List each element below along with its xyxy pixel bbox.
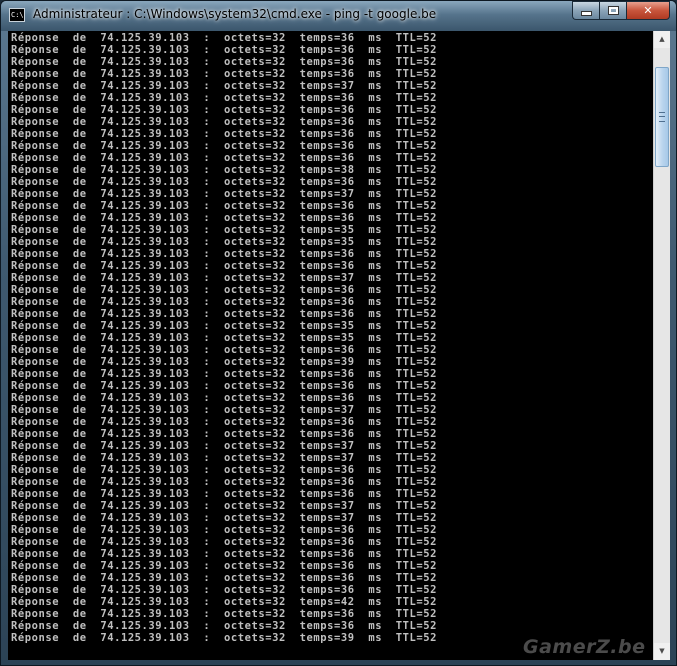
console-line: Réponse de 74.125.39.103 : octets=32 tem… [11,428,438,440]
console-line: Réponse de 74.125.39.103 : octets=32 tem… [11,392,438,404]
console-line: Réponse de 74.125.39.103 : octets=32 tem… [11,212,438,224]
console-line: Réponse de 74.125.39.103 : octets=32 tem… [11,380,438,392]
scroll-thumb[interactable] [655,67,669,167]
console-line: Réponse de 74.125.39.103 : octets=32 tem… [11,416,438,428]
console-line: Réponse de 74.125.39.103 : octets=32 tem… [11,488,438,500]
vertical-scrollbar[interactable]: ▲ ▼ [653,31,670,660]
console-line: Réponse de 74.125.39.103 : octets=32 tem… [11,500,438,512]
console-line: Réponse de 74.125.39.103 : octets=32 tem… [11,236,438,248]
console-line: Réponse de 74.125.39.103 : octets=32 tem… [11,104,438,116]
console-line: Réponse de 74.125.39.103 : octets=32 tem… [11,512,438,524]
caption-buttons: ✕ [572,1,670,20]
console-line: Réponse de 74.125.39.103 : octets=32 tem… [11,536,438,548]
console-line: Réponse de 74.125.39.103 : octets=32 tem… [11,32,438,44]
console-line: Réponse de 74.125.39.103 : octets=32 tem… [11,320,438,332]
maximize-button[interactable] [599,1,626,20]
minimize-button[interactable] [572,1,599,20]
console-line: Réponse de 74.125.39.103 : octets=32 tem… [11,116,438,128]
scroll-down-button[interactable]: ▼ [654,643,670,660]
minimize-icon [580,11,592,16]
watermark-logo: GamerZ.be [523,636,646,658]
console-line: Réponse de 74.125.39.103 : octets=32 tem… [11,224,438,236]
console-line: Réponse de 74.125.39.103 : octets=32 tem… [11,596,438,608]
console-line: Réponse de 74.125.39.103 : octets=32 tem… [11,248,438,260]
console-line: Réponse de 74.125.39.103 : octets=32 tem… [11,368,438,380]
console-line: Réponse de 74.125.39.103 : octets=32 tem… [11,164,438,176]
console-line: Réponse de 74.125.39.103 : octets=32 tem… [11,608,438,620]
console-line: Réponse de 74.125.39.103 : octets=32 tem… [11,404,438,416]
console-line: Réponse de 74.125.39.103 : octets=32 tem… [11,332,438,344]
console-output[interactable]: Réponse de 74.125.39.103 : octets=32 tem… [8,31,653,660]
title-bar[interactable]: C:\ Administrateur : C:\Windows\system32… [1,1,676,31]
arrow-up-icon: ▲ [659,35,665,43]
scroll-up-button[interactable]: ▲ [654,31,670,48]
maximize-icon [607,6,619,15]
window-title: Administrateur : C:\Windows\system32\cmd… [33,7,437,21]
console-line: Réponse de 74.125.39.103 : octets=32 tem… [11,272,438,284]
console-line: Réponse de 74.125.39.103 : octets=32 tem… [11,260,438,272]
console-line: Réponse de 74.125.39.103 : octets=32 tem… [11,632,438,644]
console-line: Réponse de 74.125.39.103 : octets=32 tem… [11,284,438,296]
console-line: Réponse de 74.125.39.103 : octets=32 tem… [11,308,438,320]
console-line: Réponse de 74.125.39.103 : octets=32 tem… [11,56,438,68]
console-line: Réponse de 74.125.39.103 : octets=32 tem… [11,476,438,488]
console-line: Réponse de 74.125.39.103 : octets=32 tem… [11,152,438,164]
console-line: Réponse de 74.125.39.103 : octets=32 tem… [11,296,438,308]
console-line: Réponse de 74.125.39.103 : octets=32 tem… [11,584,438,596]
console-line: Réponse de 74.125.39.103 : octets=32 tem… [11,92,438,104]
console-line: Réponse de 74.125.39.103 : octets=32 tem… [11,44,438,56]
console-line: Réponse de 74.125.39.103 : octets=32 tem… [11,188,438,200]
close-icon: ✕ [643,4,653,17]
console-line: Réponse de 74.125.39.103 : octets=32 tem… [11,356,438,368]
arrow-down-icon: ▼ [659,647,665,655]
grip-icon [659,112,665,122]
console-line: Réponse de 74.125.39.103 : octets=32 tem… [11,80,438,92]
console-line: Réponse de 74.125.39.103 : octets=32 tem… [11,548,438,560]
cmd-window: C:\ Administrateur : C:\Windows\system32… [0,0,677,666]
console-line: Réponse de 74.125.39.103 : octets=32 tem… [11,440,438,452]
console-line: Réponse de 74.125.39.103 : octets=32 tem… [11,620,438,632]
console-line: Réponse de 74.125.39.103 : octets=32 tem… [11,464,438,476]
console-line: Réponse de 74.125.39.103 : octets=32 tem… [11,452,438,464]
cmd-icon[interactable]: C:\ [9,8,25,22]
console-line: Réponse de 74.125.39.103 : octets=32 tem… [11,128,438,140]
console-line: Réponse de 74.125.39.103 : octets=32 tem… [11,344,438,356]
console-line: Réponse de 74.125.39.103 : octets=32 tem… [11,140,438,152]
console-line: Réponse de 74.125.39.103 : octets=32 tem… [11,200,438,212]
console-line: Réponse de 74.125.39.103 : octets=32 tem… [11,524,438,536]
console-line: Réponse de 74.125.39.103 : octets=32 tem… [11,560,438,572]
close-button[interactable]: ✕ [626,1,670,20]
console-line: Réponse de 74.125.39.103 : octets=32 tem… [11,68,438,80]
console-line: Réponse de 74.125.39.103 : octets=32 tem… [11,176,438,188]
console-line: Réponse de 74.125.39.103 : octets=32 tem… [11,572,438,584]
